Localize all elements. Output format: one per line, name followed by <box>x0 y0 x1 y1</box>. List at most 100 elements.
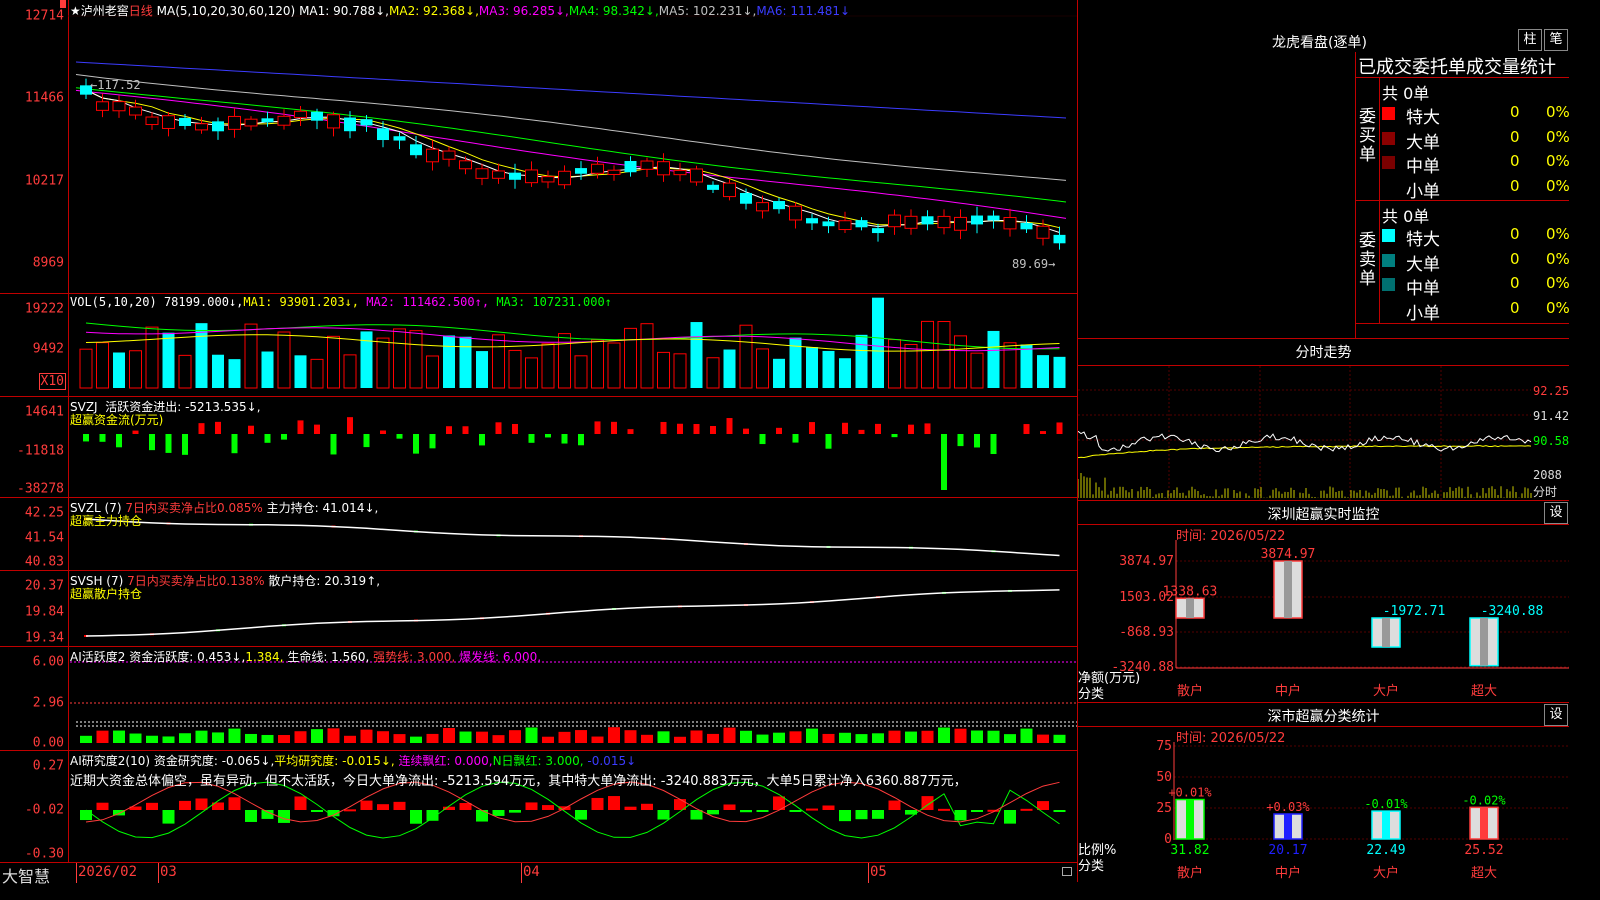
flow-bar <box>726 418 733 434</box>
research-bar <box>360 800 373 810</box>
flow-bar <box>627 429 634 434</box>
intraday-tick: 92.25 <box>1533 384 1570 398</box>
flow-bar <box>446 426 452 434</box>
order-row: 大单 0 0% <box>1382 250 1570 275</box>
svzl-panel[interactable]: 42.25 41.54 40.83 SVZL (7) 7日内买卖净占比0.085… <box>0 497 1077 571</box>
period-label[interactable]: 日线 <box>129 4 153 18</box>
ai-activity-panel[interactable]: 6.00 2.96 0.00 AI活跃度2 资金活跃度: 0.453↓,1.38… <box>0 646 1077 751</box>
candle <box>212 121 224 132</box>
high-price-note: ←117.52 <box>90 78 141 92</box>
column-mode-button[interactable]: 柱 <box>1518 29 1542 51</box>
ai2-comment: 近期大资金总体偏空，虽有异动，但不太活跃，今日大单净流出: -5213.594万… <box>70 774 967 789</box>
volume-panel[interactable]: 19222 9492 X10 VOL(5,10,20) 78199.000↓,M… <box>0 293 1077 397</box>
order-swatch <box>1382 156 1395 169</box>
price-panel[interactable]: 12714 11466 10217 8969 ★泸州老窖日线 MA(5,10,2… <box>0 0 1077 294</box>
svsh-subheader: 超赢散户持仓 <box>70 587 143 601</box>
buy-total: 共 0单 <box>1382 84 1430 103</box>
flow-bar <box>528 434 535 443</box>
volume-bar <box>525 357 538 389</box>
research-bar <box>591 797 604 810</box>
research-bar <box>294 796 307 810</box>
lock-icon[interactable] <box>1062 867 1072 876</box>
activity-bar <box>459 731 472 743</box>
ai-research-panel[interactable]: 0.27 -0.02 -0.30 AI研究度2(10) 资金研究度: -0.06… <box>0 750 1077 862</box>
volume-bar <box>640 323 654 389</box>
research-bar <box>954 810 967 821</box>
activity-bar <box>96 730 109 743</box>
category-label: 超大 <box>1471 684 1497 699</box>
candle <box>244 118 258 127</box>
intraday-panel[interactable]: 分时走势 92.25 91.42 90.58 2088 分时 <box>1077 338 1569 501</box>
activity-bar <box>657 731 670 743</box>
order-row: 特大 0 0% <box>1382 225 1570 250</box>
activity-bar <box>641 734 653 743</box>
flow-bar <box>413 434 419 454</box>
dragon-panel: 龙虎看盘(逐单) 柱 笔 已成交委托单成交量统计 委买单 共 0单 特大 0 0… <box>1077 0 1570 339</box>
activity-bar <box>1020 728 1033 743</box>
tick-mode-button[interactable]: 笔 <box>1544 29 1568 51</box>
svzj-panel[interactable]: 14641 -11818 -38278 SVZJ 活跃资金进出: -5213.5… <box>0 396 1077 498</box>
order-row: 小单 0 0% <box>1382 299 1570 324</box>
intraday-vol-label: 2088 <box>1533 468 1562 482</box>
volume-bar <box>1053 356 1066 388</box>
activity-bar <box>146 735 158 743</box>
volume-bar <box>96 342 109 389</box>
research-bar <box>542 805 554 810</box>
candlestick-chart[interactable] <box>0 0 1077 293</box>
net-value-label: -1972.71 <box>1383 604 1446 619</box>
volume-bar <box>426 355 439 389</box>
ratio-chart[interactable]: 7550250+0.01%31.82散户+0.03%20.17中户-0.01%2… <box>1078 702 1569 882</box>
candle <box>360 119 373 126</box>
intraday-unit: 分时 <box>1533 485 1558 499</box>
order-type-label: 特大 <box>1406 230 1440 250</box>
ratio-bar-fill <box>1480 807 1488 839</box>
research-bar <box>162 810 175 824</box>
activity-bar <box>624 730 637 743</box>
flow-bar <box>495 422 502 434</box>
volume-bar <box>657 351 670 389</box>
volume-bar <box>970 352 984 389</box>
research-bar <box>575 810 587 820</box>
activity-bar <box>773 732 785 743</box>
net-amount-chart[interactable]: 3874.971503.02-868.93-3240.881338.63散户38… <box>1078 500 1569 702</box>
order-count: 0 <box>1510 127 1520 146</box>
candle <box>838 220 852 231</box>
ma-line <box>75 61 1067 119</box>
activity-bar <box>1053 734 1066 743</box>
volume-bar <box>244 323 258 389</box>
research-bar <box>245 810 257 822</box>
flow-bar <box>776 427 782 434</box>
order-type-label: 大单 <box>1406 132 1440 153</box>
volume-bar <box>773 358 785 388</box>
activity-bar <box>476 731 488 743</box>
volume-bar <box>855 334 868 388</box>
ratio-value-label: 20.17 <box>1268 843 1307 858</box>
order-swatch <box>1382 181 1395 194</box>
order-count: 0 <box>1510 225 1520 243</box>
classify-panel[interactable]: 深市超赢分类统计 设 时间: 2026/05/22 75 50 25 0 +0.01% 3… <box>1077 702 1569 882</box>
intraday-chart[interactable] <box>1078 338 1569 500</box>
research-bar <box>806 808 818 811</box>
stock-name[interactable]: 泸州老窖 <box>81 4 129 18</box>
candle <box>162 115 175 129</box>
category-label: 散户 <box>1177 683 1203 699</box>
date-label: 05 <box>870 864 887 880</box>
activity-bar <box>822 733 835 743</box>
order-row: 小单 0 0% <box>1382 177 1570 202</box>
flow-bar <box>429 434 436 449</box>
flow-bar <box>231 434 238 454</box>
activity-bar <box>410 736 422 743</box>
research-bar <box>492 810 505 816</box>
flow-bar <box>759 434 766 445</box>
flow-bar <box>792 434 799 443</box>
candle <box>657 161 670 176</box>
candle <box>179 117 191 126</box>
candle <box>261 118 274 123</box>
research-bar <box>146 802 158 810</box>
flow-bar <box>1040 431 1046 434</box>
flow-bar <box>693 424 700 434</box>
svsh-panel[interactable]: 20.37 19.84 19.34 SVSH (7) 7日内买卖净占比0.138… <box>0 570 1077 647</box>
monitor-panel[interactable]: 深圳超赢实时监控 设 时间: 2026/05/22 3874.97 1503.02… <box>1077 500 1569 703</box>
volume-bar <box>327 335 340 389</box>
flow-bar <box>1023 424 1030 434</box>
